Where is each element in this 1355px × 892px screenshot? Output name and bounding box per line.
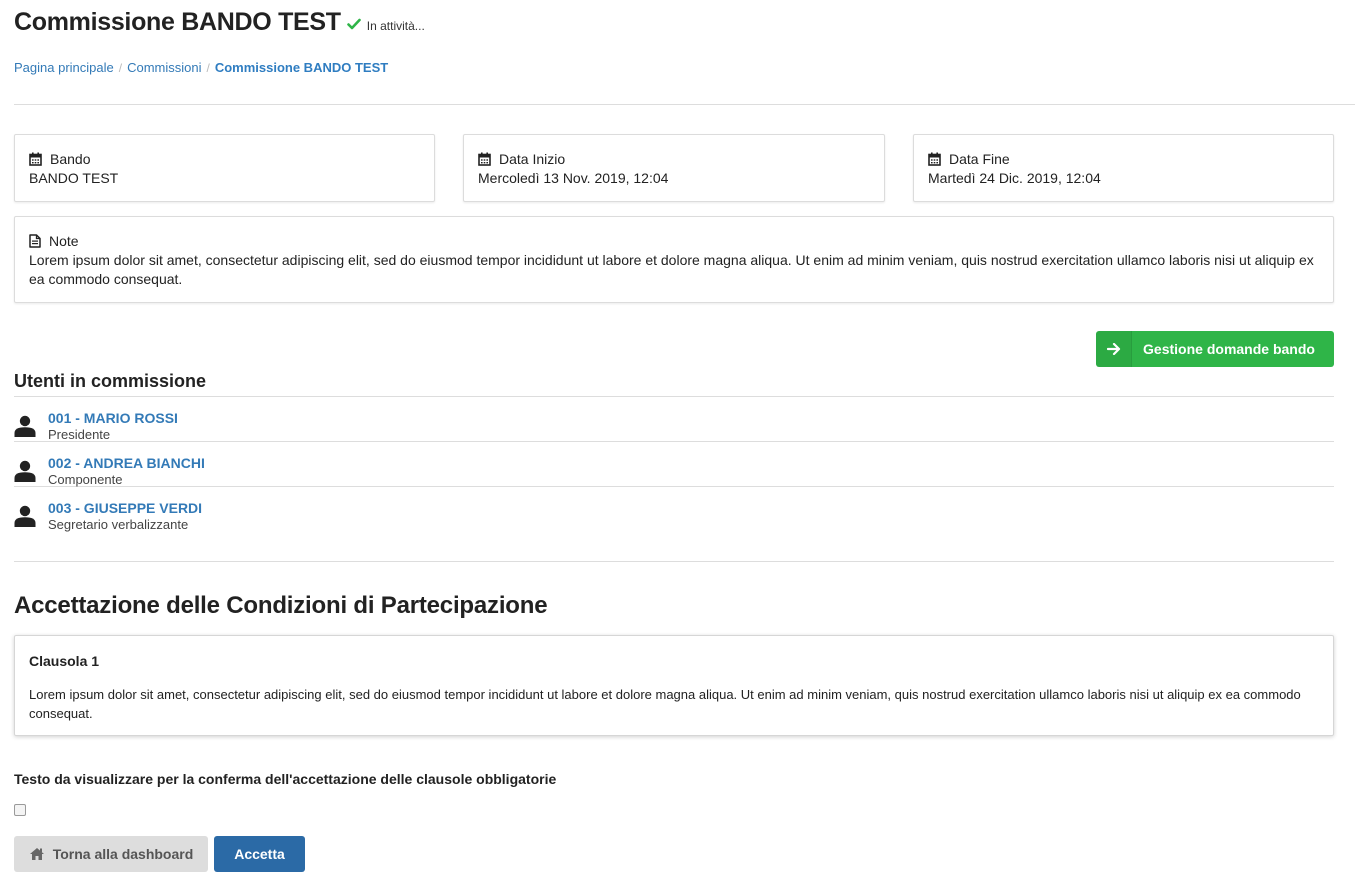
user-role: Componente <box>48 472 123 487</box>
users-section-title: Utenti in commissione <box>14 371 207 391</box>
note-label: Note <box>49 233 79 249</box>
page-header: Commissione BANDO TEST In attività... <box>14 8 425 37</box>
breadcrumb-commissioni-link[interactable]: Commissioni <box>127 60 201 75</box>
data-fine-value: Martedì 24 Dic. 2019, 12:04 <box>928 170 1101 186</box>
status-text: In attività... <box>366 19 425 33</box>
back-to-dashboard-button[interactable]: Torna alla dashboard <box>14 836 208 872</box>
arrow-right-icon <box>1106 343 1120 355</box>
list-item: 003 - GIUSEPPE VERDI Segretario verbaliz… <box>14 487 1334 532</box>
user-name-link[interactable]: 003 - GIUSEPPE VERDI <box>48 499 202 517</box>
confirm-label: Testo da visualizzare per la conferma de… <box>14 771 557 787</box>
data-fine-label: Data Fine <box>949 151 1010 167</box>
breadcrumb: Pagina principale / Commissioni / Commis… <box>14 60 388 75</box>
note-card: Note Lorem ipsum dolor sit amet, consect… <box>14 216 1334 303</box>
calendar-icon <box>29 152 42 166</box>
page-title: Commissione BANDO TEST <box>14 8 341 36</box>
clause-text: Lorem ipsum dolor sit amet, consectetur … <box>29 687 1301 721</box>
user-icon <box>14 415 36 437</box>
manage-applications-button[interactable]: Gestione domande bando <box>1096 331 1334 367</box>
check-icon <box>346 18 361 30</box>
bando-card: Bando BANDO TEST <box>14 134 435 202</box>
data-inizio-label: Data Inizio <box>499 151 566 167</box>
note-value: Lorem ipsum dolor sit amet, consectetur … <box>29 252 1314 287</box>
accept-button[interactable]: Accetta <box>214 836 305 872</box>
list-item: 001 - MARIO ROSSI Presidente <box>14 397 1334 442</box>
bando-value: BANDO TEST <box>29 170 119 186</box>
accept-checkbox[interactable] <box>14 804 26 816</box>
back-to-dashboard-label: Torna alla dashboard <box>52 846 194 862</box>
breadcrumb-current: Commissione BANDO TEST <box>214 60 389 75</box>
clause-title: Clausola 1 <box>29 653 100 669</box>
user-role: Segretario verbalizzante <box>48 517 189 532</box>
home-icon <box>29 848 44 860</box>
user-role: Presidente <box>48 427 111 442</box>
data-inizio-card: Data Inizio Mercoledì 13 Nov. 2019, 12:0… <box>463 134 885 202</box>
breadcrumb-separator: / <box>206 60 210 75</box>
conditions-title: Accettazione delle Condizioni di Parteci… <box>14 592 548 619</box>
calendar-icon <box>478 152 491 166</box>
breadcrumb-separator: / <box>118 60 123 75</box>
clause-card: Clausola 1 Lorem ipsum dolor sit amet, c… <box>14 635 1334 736</box>
user-icon <box>14 460 36 482</box>
bando-label: Bando <box>50 151 91 167</box>
breadcrumb-home-link[interactable]: Pagina principale <box>14 60 114 75</box>
user-name-link[interactable]: 001 - MARIO ROSSI <box>48 409 178 427</box>
divider <box>14 561 1334 562</box>
data-inizio-value: Mercoledì 13 Nov. 2019, 12:04 <box>478 170 669 186</box>
file-icon <box>29 234 41 248</box>
user-icon <box>14 505 36 527</box>
data-fine-card: Data Fine Martedì 24 Dic. 2019, 12:04 <box>913 134 1334 202</box>
list-item: 002 - ANDREA BIANCHI Componente <box>14 442 1334 487</box>
divider <box>14 104 1355 105</box>
users-list: 001 - MARIO ROSSI Presidente 002 - ANDRE… <box>14 397 1334 532</box>
manage-applications-label: Gestione domande bando <box>1143 341 1315 357</box>
user-name-link[interactable]: 002 - ANDREA BIANCHI <box>48 454 205 472</box>
accept-label: Accetta <box>234 846 285 862</box>
calendar-icon <box>928 152 941 166</box>
